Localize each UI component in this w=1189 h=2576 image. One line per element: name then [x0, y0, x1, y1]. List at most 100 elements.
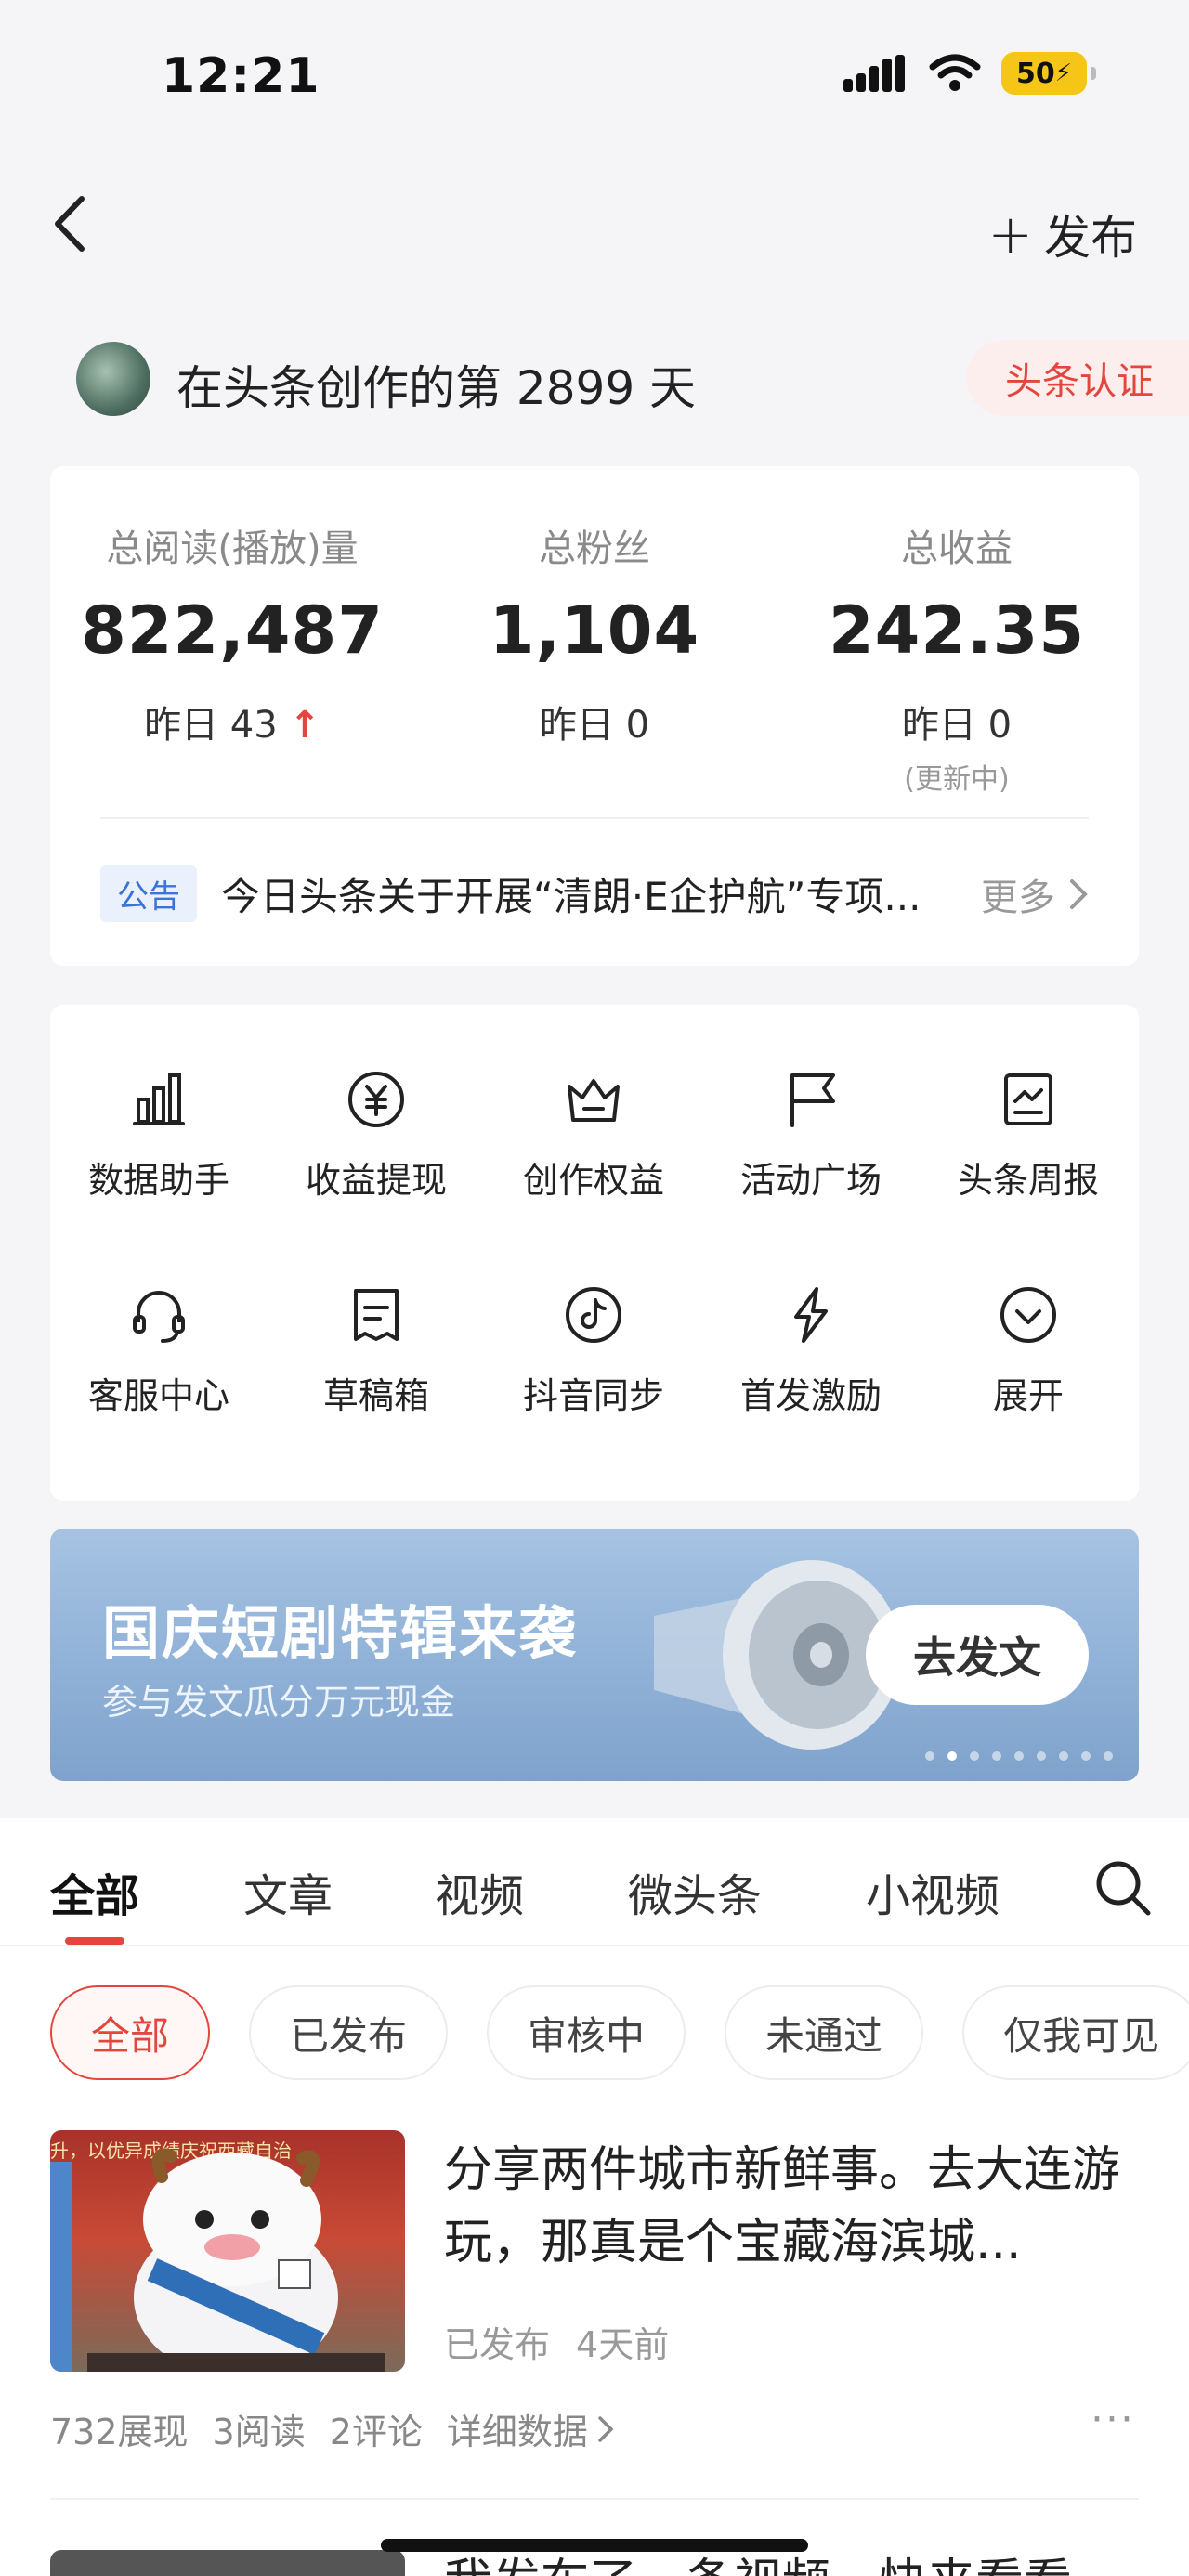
arrow-up-icon: ↑: [289, 704, 320, 747]
tool-first-publish-reward[interactable]: 首发激励: [702, 1285, 920, 1418]
notice-more-link[interactable]: 更多: [981, 867, 1089, 921]
article-thumbnail[interactable]: [50, 2550, 405, 2576]
tool-douyin-sync[interactable]: 抖音同步: [485, 1285, 702, 1418]
tool-label: 创作权益: [522, 1160, 664, 1201]
tool-label: 头条周报: [957, 1160, 1099, 1201]
stat-label: 总阅读(播放)量: [106, 527, 359, 570]
carousel-dot: [1104, 1751, 1113, 1761]
article-comments: 2评论: [329, 2412, 423, 2452]
douyin-icon: [566, 1287, 621, 1343]
chevron-left-icon[interactable]: [46, 191, 102, 256]
article-thumbnail[interactable]: 升，以优异成绩庆祝西藏自治: [50, 2130, 405, 2372]
stat-value: 822,487: [81, 592, 384, 669]
content-tabs: 全部 文章 视频 微头条 小视频: [0, 1818, 1189, 1946]
status-time: 12:21: [162, 48, 320, 104]
stat-value: 242.35: [828, 592, 1086, 669]
notice-row[interactable]: 公告 今日头条关于开展“清朗·E企护航”专项... 更多: [100, 865, 1089, 922]
divider: [50, 2498, 1139, 2500]
expand-down-icon: [1000, 1287, 1056, 1343]
stat-updating-note: (更新中): [904, 763, 1010, 796]
filter-private[interactable]: 仅我可见: [962, 1985, 1189, 2080]
charging-bolt-icon: ⚡: [1054, 59, 1072, 87]
status-icons: 50 ⚡: [843, 52, 1096, 95]
tool-label: 数据助手: [87, 1160, 229, 1201]
tool-customer-service[interactable]: 客服中心: [50, 1285, 268, 1418]
report-icon: [1004, 1073, 1052, 1125]
stat-value: 1,104: [489, 592, 700, 669]
filter-published[interactable]: 已发布: [249, 1985, 449, 2080]
article-meta: 已发布 4天前: [444, 2316, 669, 2367]
verify-badge[interactable]: 头条认证: [966, 340, 1189, 416]
publish-label: 发布: [1044, 211, 1137, 265]
tab-short-videos[interactable]: 小视频: [866, 1859, 1000, 1924]
tool-label: 收益提现: [305, 1160, 447, 1201]
article-details-link[interactable]: 详细数据: [447, 2403, 614, 2454]
carousel-dot: [1081, 1751, 1091, 1761]
stat-yesterday: 昨日 43 ↑: [56, 695, 409, 748]
divider: [100, 817, 1089, 819]
status-filters: 全部 已发布 审核中 未通过 仅我可见: [50, 1985, 1189, 2080]
stat-yesterday-text: 昨日 0: [901, 704, 1013, 747]
plus-icon: +: [987, 202, 1033, 266]
promo-banner[interactable]: 国庆短剧特辑来袭 参与发文瓜分万元现金 去发文: [50, 1529, 1139, 1781]
stat-total-reads[interactable]: 总阅读(播放)量 822,487 昨日 43 ↑: [56, 518, 409, 748]
article-stats: 732展现 3阅读 2评论 详细数据: [50, 2403, 614, 2454]
banner-subtitle: 参与发文瓜分万元现金: [102, 1682, 456, 1723]
cellular-signal-icon: [843, 55, 905, 92]
publish-button[interactable]: + 发布: [987, 201, 1137, 267]
article-card[interactable]: 升，以优异成绩庆祝西藏自治 分享两件城市新鲜事。去大连游玩，那真是个宝藏海滨城.…: [50, 2130, 1139, 2372]
article-title[interactable]: 分享两件城市新鲜事。去大连游玩，那真是个宝藏海滨城...: [444, 2134, 1131, 2279]
tool-data-assistant[interactable]: 数据助手: [50, 1070, 268, 1203]
stat-label: 总收益: [901, 527, 1013, 570]
chevron-right-icon: [598, 2415, 614, 2442]
tool-activity-plaza[interactable]: 活动广场: [702, 1070, 920, 1203]
filter-reviewing[interactable]: 审核中: [487, 1985, 686, 2080]
carousel-dot: [925, 1751, 934, 1761]
flag-icon: [790, 1073, 835, 1127]
tool-weekly-report[interactable]: 头条周报: [920, 1070, 1137, 1203]
carousel-dot: [1059, 1751, 1068, 1761]
avatar[interactable]: [76, 342, 150, 416]
stats-card: 总阅读(播放)量 822,487 昨日 43 ↑ 总粉丝 1,104 昨日 0 …: [50, 466, 1139, 966]
stat-yesterday-text: 昨日 43: [144, 704, 278, 747]
tool-drafts[interactable]: 草稿箱: [268, 1285, 485, 1418]
tool-creator-rights[interactable]: 创作权益: [485, 1070, 702, 1203]
notice-text: 今日头条关于开展“清朗·E企护航”专项...: [221, 874, 921, 919]
banner-title: 国庆短剧特辑来袭: [102, 1599, 579, 1667]
filter-all[interactable]: 全部: [50, 1985, 211, 2080]
tab-micro-posts[interactable]: 微头条: [628, 1859, 762, 1924]
tool-label: 抖音同步: [522, 1375, 664, 1416]
yen-coin-icon: [348, 1072, 404, 1127]
content-panel: 全部 文章 视频 微头条 小视频 全部 已发布 审核中 未通过 仅我可见 升，以…: [0, 1818, 1189, 2576]
headset-icon: [133, 1291, 185, 1343]
mascot-image: [50, 2148, 385, 2372]
article-details-label: 详细数据: [446, 2412, 588, 2452]
tab-videos[interactable]: 视频: [435, 1859, 524, 1924]
carousel-dots: [925, 1751, 1113, 1761]
battery-level: 50: [1015, 57, 1055, 90]
search-icon[interactable]: [1094, 1859, 1152, 1917]
battery-indicator: 50 ⚡: [1001, 52, 1096, 95]
banner-cta-button[interactable]: 去发文: [866, 1605, 1089, 1705]
tab-all[interactable]: 全部: [50, 1859, 139, 1924]
carousel-dot: [970, 1751, 979, 1761]
home-indicator: [381, 2539, 808, 2552]
stat-total-fans[interactable]: 总粉丝 1,104 昨日 0: [418, 518, 771, 748]
tool-expand[interactable]: 展开: [920, 1285, 1137, 1418]
carousel-dot: [1037, 1751, 1046, 1761]
more-options-icon[interactable]: ···: [1091, 2396, 1135, 2443]
article-impressions: 732展现: [50, 2412, 189, 2452]
tool-label: 展开: [992, 1375, 1064, 1416]
article-reads: 3阅读: [212, 2412, 306, 2452]
tool-label: 首发激励: [739, 1375, 882, 1416]
tools-grid: 数据助手 收益提现 创作权益 活动广场 头条周报 客服中心 草稿箱 抖音同步 首…: [50, 1005, 1139, 1501]
stat-total-income[interactable]: 总收益 242.35 昨日 0 (更新中): [780, 518, 1133, 797]
filter-rejected[interactable]: 未通过: [725, 1985, 924, 2080]
active-tab-indicator: [65, 1937, 124, 1945]
tool-income-withdraw[interactable]: 收益提现: [268, 1070, 485, 1203]
notice-tag: 公告: [100, 865, 197, 922]
crown-icon: [568, 1079, 620, 1122]
tool-label: 客服中心: [87, 1375, 229, 1416]
tab-articles[interactable]: 文章: [243, 1859, 333, 1924]
stat-yesterday-text: 昨日 0: [539, 704, 650, 747]
